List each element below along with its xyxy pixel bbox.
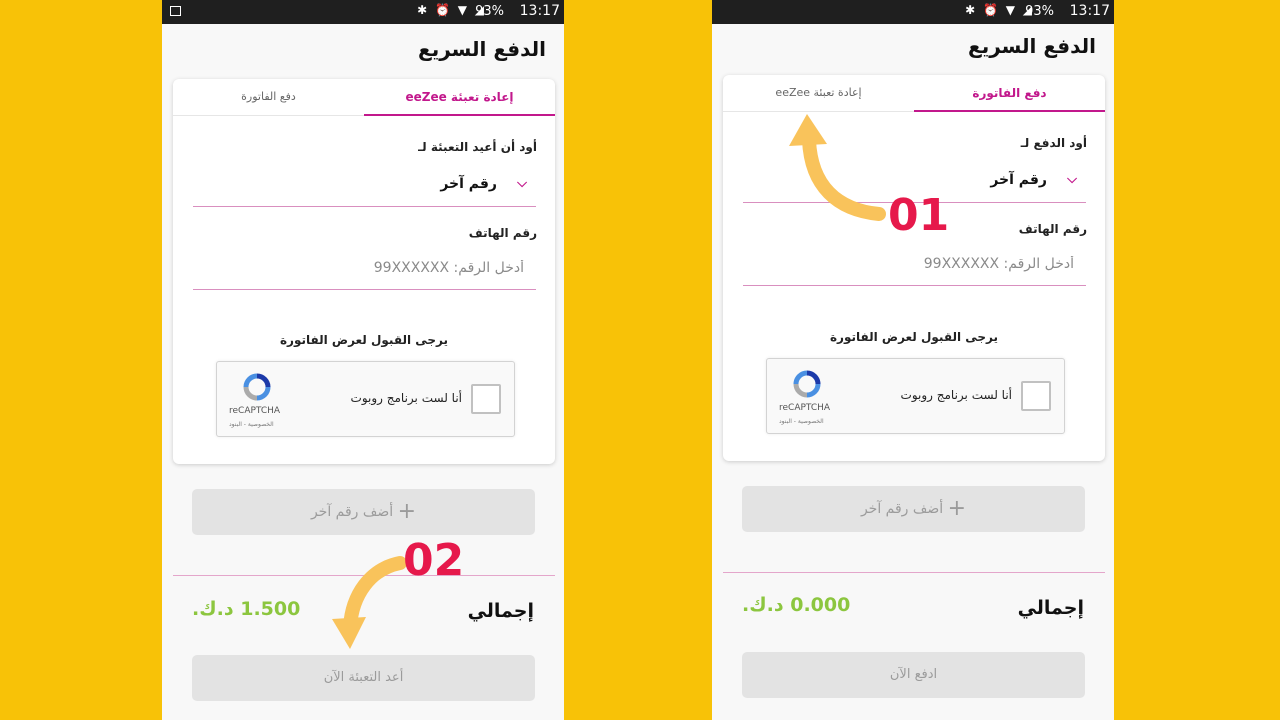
pay-for-label: أود الدفع لـ bbox=[1020, 136, 1087, 150]
chevron-down-icon[interactable]: ⌵ bbox=[1067, 172, 1077, 187]
chevron-down-icon[interactable]: ⌵ bbox=[517, 176, 527, 191]
status-bar: ✱ ⏰ ▼ ◢ 93% 13:17 bbox=[712, 0, 1114, 24]
recaptcha-widget: أنا لست برنامج روبوت reCAPTCHA الخصوصية … bbox=[216, 361, 515, 437]
battery-level: 93% bbox=[475, 4, 504, 19]
recaptcha-checkbox[interactable] bbox=[1021, 381, 1051, 411]
phone-number-label: رقم الهاتف bbox=[1018, 222, 1087, 236]
clock: 13:17 bbox=[1069, 3, 1110, 19]
recaptcha-brand: reCAPTCHA bbox=[229, 406, 281, 416]
image-icon bbox=[170, 6, 181, 16]
accept-notice: يرجى القبول لعرض الفاتورة bbox=[279, 333, 449, 347]
input-underline bbox=[743, 285, 1086, 286]
clock: 13:17 bbox=[519, 3, 560, 19]
accept-notice: يرجى القبول لعرض الفاتورة bbox=[829, 330, 999, 344]
status-icons: ✱ ⏰ ▼ ◢ bbox=[965, 3, 1034, 17]
battery-level: 93% bbox=[1025, 4, 1054, 19]
tab-bar: دفع الفاتورة إعادة تعبئة eeZee bbox=[173, 79, 555, 116]
tab-bar: إعادة تعبئة eeZee دفع الفاتورة bbox=[723, 75, 1105, 112]
step-number-01: 01 bbox=[888, 190, 950, 241]
recipient-select-value[interactable]: رقم آخر bbox=[990, 172, 1047, 188]
recaptcha-widget: أنا لست برنامج روبوت reCAPTCHA الخصوصية … bbox=[766, 358, 1065, 434]
tab-eezee-recharge[interactable]: إعادة تعبئة eeZee bbox=[723, 75, 914, 111]
pay-now-button[interactable]: ادفع الآن bbox=[742, 652, 1085, 698]
total-label: إجمالي bbox=[467, 600, 534, 622]
select-underline bbox=[193, 206, 536, 207]
plus-icon: + bbox=[397, 499, 417, 524]
recaptcha-logo-icon bbox=[243, 373, 271, 401]
recharge-for-label: أود أن أعيد التعبئة لـ bbox=[418, 140, 537, 154]
recaptcha-label: أنا لست برنامج روبوت bbox=[900, 388, 1012, 402]
total-amount: 0.000 د.ك. bbox=[742, 594, 851, 616]
tab-eezee-recharge[interactable]: إعادة تعبئة eeZee bbox=[364, 79, 555, 116]
add-number-label: أضف رقم آخر bbox=[860, 501, 944, 517]
phone-number-input[interactable] bbox=[743, 252, 1086, 276]
recipient-select-value[interactable]: رقم آخر bbox=[440, 176, 497, 192]
step-arrow-icon bbox=[332, 556, 407, 649]
add-number-label: أضف رقم آخر bbox=[310, 504, 394, 520]
step-number-02: 02 bbox=[403, 535, 465, 586]
page-title: الدفع السريع bbox=[968, 34, 1096, 58]
tab-pay-bill[interactable]: دفع الفاتورة bbox=[914, 75, 1105, 112]
phone-number-input[interactable] bbox=[193, 256, 536, 280]
total-amount: 1.500 د.ك. bbox=[192, 598, 301, 620]
recharge-now-button[interactable]: أعد التعبئة الآن bbox=[192, 655, 535, 701]
input-underline bbox=[193, 289, 536, 290]
recaptcha-privacy-terms[interactable]: الخصوصية - البنود bbox=[779, 418, 824, 425]
plus-icon: + bbox=[947, 496, 967, 521]
divider bbox=[723, 572, 1105, 573]
recaptcha-logo-icon bbox=[793, 370, 821, 398]
tab-pay-bill[interactable]: دفع الفاتورة bbox=[173, 79, 364, 115]
add-number-button[interactable]: + أضف رقم آخر bbox=[742, 486, 1085, 532]
phone-screen-bill: ✱ ⏰ ▼ ◢ 93% 13:17 الدفع السريع إعادة تعب… bbox=[712, 0, 1114, 720]
phone-number-label: رقم الهاتف bbox=[468, 226, 537, 240]
step-arrow-icon bbox=[789, 114, 886, 221]
recaptcha-checkbox[interactable] bbox=[471, 384, 501, 414]
recaptcha-brand: reCAPTCHA bbox=[779, 403, 831, 413]
status-bar: ✱ ⏰ ▼ ◢ 93% 13:17 bbox=[162, 0, 564, 24]
page-title: الدفع السريع bbox=[418, 37, 546, 61]
total-label: إجمالي bbox=[1017, 597, 1084, 619]
add-number-button[interactable]: + أضف رقم آخر bbox=[192, 489, 535, 535]
recaptcha-label: أنا لست برنامج روبوت bbox=[350, 391, 462, 405]
recaptcha-privacy-terms[interactable]: الخصوصية - البنود bbox=[229, 421, 274, 428]
payment-card: دفع الفاتورة إعادة تعبئة eeZee أود أن أع… bbox=[173, 79, 555, 464]
